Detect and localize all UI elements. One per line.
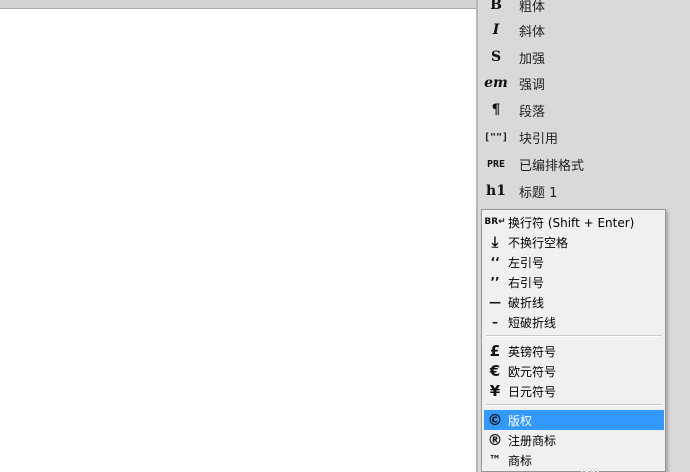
menu-item-en-dash[interactable]: – 短破折线 [484,312,664,332]
format-item-label: 标题 1 [519,185,558,201]
menu-item-yen[interactable]: ¥ 日元符号 [484,381,664,401]
right-quote-icon: ’’ [490,275,500,289]
format-item-preformatted[interactable]: PRE 已编排格式 [482,151,682,177]
format-item-label: 强调 [519,77,546,93]
menu-item-left-quote[interactable]: ‘‘ 左引号 [484,252,664,272]
format-item-label: 粗体 [519,0,546,15]
menu-item-copyright[interactable]: © 版权 [484,410,664,430]
menu-item-nbsp[interactable]: ⤓ 不换行空格 [484,232,664,252]
format-item-bold[interactable]: B 粗体 [482,0,682,18]
menu-item-label: 版权 [508,413,533,428]
pound-icon: £ [489,342,501,360]
line-break-icon: BR↵ [484,217,506,227]
format-item-heading1[interactable]: h1 标题 1 [482,178,682,204]
cursor-hand-icon [580,462,602,472]
em-dash-icon: — [489,295,501,309]
menu-item-registered[interactable]: ® 注册商标 [484,430,664,450]
format-item-label: 段落 [519,104,546,120]
copyright-icon: © [487,411,503,429]
format-item-label: 斜体 [519,24,546,40]
menu-item-label: 商标 [508,453,533,468]
registered-icon: ® [487,431,503,449]
menu-item-em-dash[interactable]: — 破折线 [484,292,664,312]
menu-item-label: 破折线 [508,295,545,310]
euro-icon: € [489,362,501,380]
menu-item-label: 左引号 [508,255,545,270]
bold-icon: B [490,0,502,13]
italic-icon: I [492,22,500,38]
menu-item-label: 英镑符号 [508,344,557,359]
editor-top-bar [0,0,478,9]
left-quote-icon: ‘‘ [490,255,500,269]
menu-item-label: 日元符号 [508,384,557,399]
menu-item-label: 欧元符号 [508,364,557,379]
format-item-paragraph[interactable]: ¶ 段落 [482,97,682,123]
menu-item-right-quote[interactable]: ’’ 右引号 [484,272,664,292]
format-item-blockquote[interactable]: [""] 块引用 [482,124,682,150]
format-item-italic[interactable]: I 斜体 [482,17,682,43]
format-item-emphasis[interactable]: em 强调 [482,70,682,96]
menu-item-label: 注册商标 [508,433,557,448]
menu-separator [486,404,662,406]
editor-area[interactable] [0,0,478,472]
menu-item-pound[interactable]: £ 英镑符号 [484,341,664,361]
special-characters-menu: BR↵ 换行符 (Shift + Enter) ⤓ 不换行空格 ‘‘ 左引号 ’… [481,209,666,472]
menu-item-label: 右引号 [508,275,545,290]
preformatted-icon: PRE [486,158,506,170]
blockquote-icon: [""] [483,131,509,143]
format-item-label: 加强 [519,51,546,67]
yen-icon: ¥ [489,382,501,400]
format-item-label: 块引用 [519,131,559,147]
paragraph-icon: ¶ [491,102,501,118]
format-item-label: 已编排格式 [519,158,585,174]
en-dash-icon: – [492,315,498,329]
menu-item-trademark[interactable]: ™ 商标 [484,450,664,470]
strong-icon: S [490,49,502,65]
menu-separator [486,335,662,337]
menu-item-label: 换行符 (Shift + Enter) [508,215,635,230]
menu-item-line-break[interactable]: BR↵ 换行符 (Shift + Enter) [484,212,664,232]
nbsp-icon: ⤓ [491,233,499,251]
format-item-strong[interactable]: S 加强 [482,44,682,70]
trademark-icon: ™ [489,453,501,467]
emphasis-icon: em [484,75,508,91]
heading-icon: h1 [486,183,506,199]
menu-item-label: 不换行空格 [508,235,569,250]
menu-item-label: 短破折线 [508,315,557,330]
menu-item-euro[interactable]: € 欧元符号 [484,361,664,381]
